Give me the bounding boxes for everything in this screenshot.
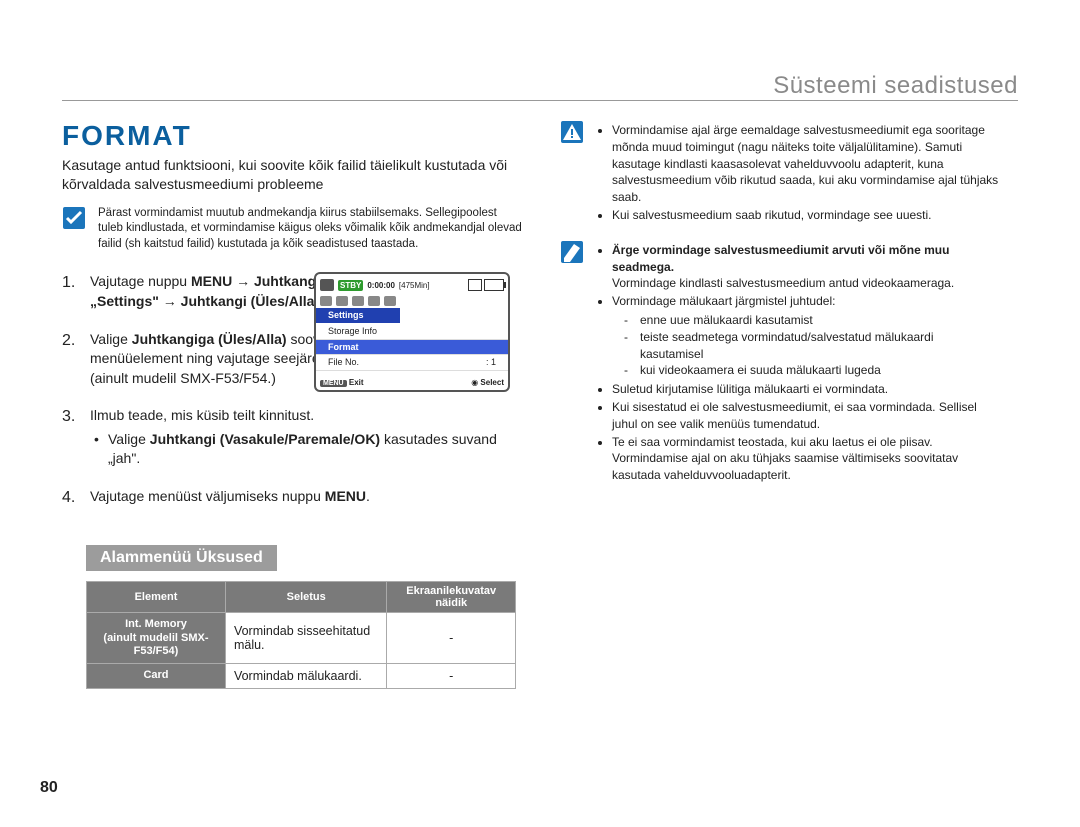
step-4: Vajutage menüüst väljumiseks nuppu MENU. bbox=[90, 487, 522, 509]
note-icon bbox=[560, 240, 584, 264]
dpad-icon: ◉ bbox=[471, 378, 478, 387]
note-block: Ärge vormindage salvestusmeediumit arvut… bbox=[596, 240, 1000, 486]
mode-icon bbox=[352, 296, 364, 306]
mode-icon bbox=[320, 296, 332, 306]
stby-badge: STBY bbox=[338, 280, 363, 291]
th-indicator: Ekraanilekuvatav näidik bbox=[387, 582, 516, 613]
mode-icon bbox=[368, 296, 380, 306]
warning-icon bbox=[560, 120, 584, 144]
table-row: Card Vormindab mälukaardi. - bbox=[87, 664, 516, 689]
section-title: FORMAT bbox=[62, 120, 522, 152]
menu-badge: MENU bbox=[320, 380, 347, 387]
check-icon bbox=[62, 206, 86, 230]
table-row: Int. Memory(ainult mudelil SMX-F53/F54) … bbox=[87, 613, 516, 664]
battery-icon bbox=[484, 279, 504, 291]
page-header: Süsteemi seadistused bbox=[773, 72, 1018, 100]
step-3: Ilmub teade, mis küsib teilt kinnitust. … bbox=[90, 406, 522, 469]
submenu-heading: Alammenüü Üksused bbox=[86, 545, 277, 571]
submenu-table: Element Seletus Ekraanilekuvatav näidik … bbox=[86, 581, 516, 689]
th-element: Element bbox=[87, 582, 226, 613]
warning-block: Vormindamise ajal ärge eemaldage salvest… bbox=[596, 120, 1000, 226]
lcd-menu-item: Storage Info bbox=[316, 324, 508, 340]
step-number: 1. bbox=[62, 272, 80, 311]
page-number: 80 bbox=[40, 779, 58, 797]
card-icon bbox=[468, 279, 482, 291]
step-number: 4. bbox=[62, 487, 80, 509]
lcd-time: 0:00:00 bbox=[367, 280, 395, 291]
step-number: 2. bbox=[62, 330, 80, 389]
lcd-preview: STBY 0:00:00 [475Min] bbox=[314, 272, 514, 392]
section-intro: Kasutage antud funktsiooni, kui soovite … bbox=[62, 156, 522, 194]
lcd-menu-item: File No.: 1 bbox=[316, 355, 508, 371]
mode-icon bbox=[384, 296, 396, 306]
camcorder-icon bbox=[320, 279, 334, 291]
lcd-remain: [475Min] bbox=[399, 280, 430, 291]
th-explain: Seletus bbox=[225, 582, 387, 613]
lcd-menu-title: Settings bbox=[316, 308, 400, 323]
mode-icon bbox=[336, 296, 348, 306]
note-1: Pärast vormindamist muutub andmekandja k… bbox=[98, 206, 522, 253]
step-number: 3. bbox=[62, 406, 80, 469]
lcd-menu-item-selected: Format bbox=[316, 340, 508, 356]
header-rule bbox=[62, 100, 1018, 101]
